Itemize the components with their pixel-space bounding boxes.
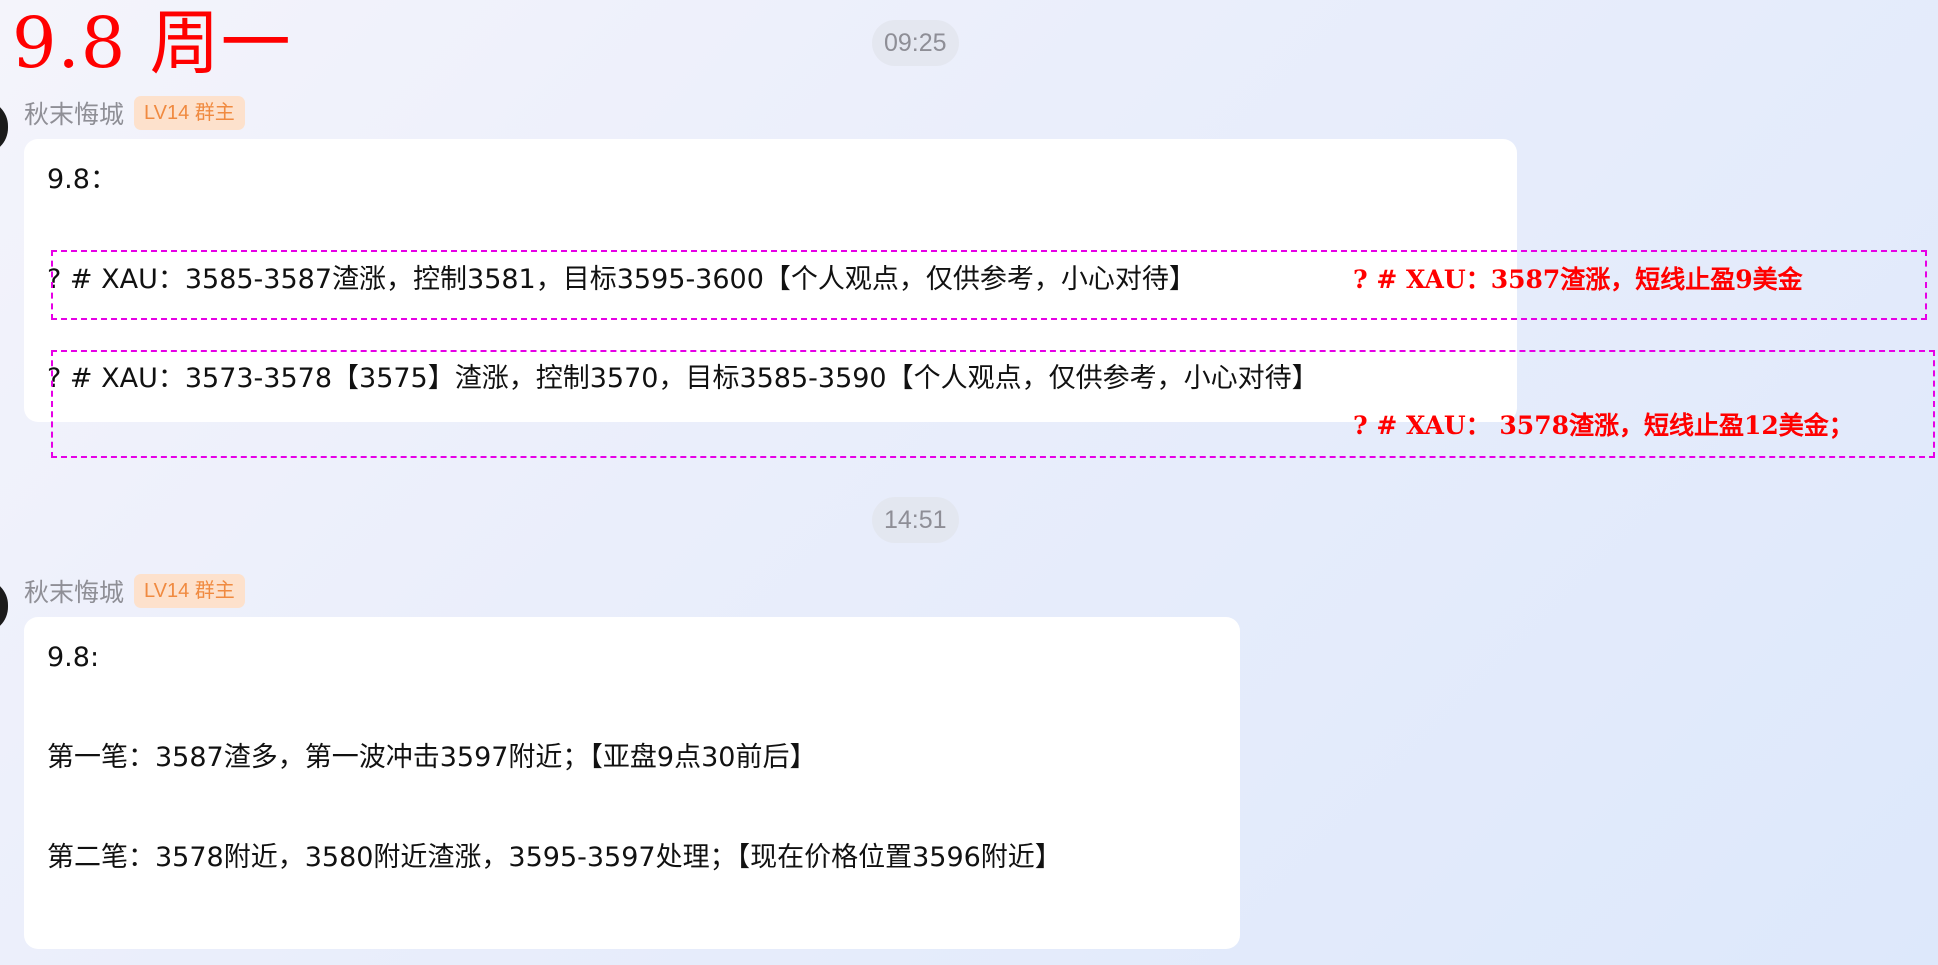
message-line: 第二笔：3578附近，3580附近渣涨，3595-3597处理；【现在价格位置3… xyxy=(47,842,1062,873)
timestamp-pill: 09:25 xyxy=(872,20,959,66)
page-title: 9.8 周一 xyxy=(12,2,292,84)
message-line: 9.8： xyxy=(47,164,117,195)
sender-name[interactable]: 秋末悔城 xyxy=(24,573,124,609)
sender-avatar[interactable] xyxy=(0,579,8,633)
sender-avatar[interactable] xyxy=(0,100,8,154)
sender-info: 秋末悔城 LV14 群主 xyxy=(24,93,245,133)
role-badge: LV14 群主 xyxy=(134,574,245,608)
annotation-text: ? # XAU：3587渣涨，短线止盈9美金 xyxy=(1353,265,1803,294)
message-line: 9.8: xyxy=(47,642,100,673)
annotation-text: ? # XAU： 3578渣涨，短线止盈12美金； xyxy=(1353,411,1854,440)
timestamp-pill: 14:51 xyxy=(872,497,959,543)
role-badge: LV14 群主 xyxy=(134,96,245,130)
message-line: 第一笔：3587渣多，第一波冲击3597附近；【亚盘9点30前后】 xyxy=(47,742,817,773)
message-bubble[interactable] xyxy=(24,617,1240,949)
sender-info: 秋末悔城 LV14 群主 xyxy=(24,571,245,611)
sender-name[interactable]: 秋末悔城 xyxy=(24,95,124,131)
